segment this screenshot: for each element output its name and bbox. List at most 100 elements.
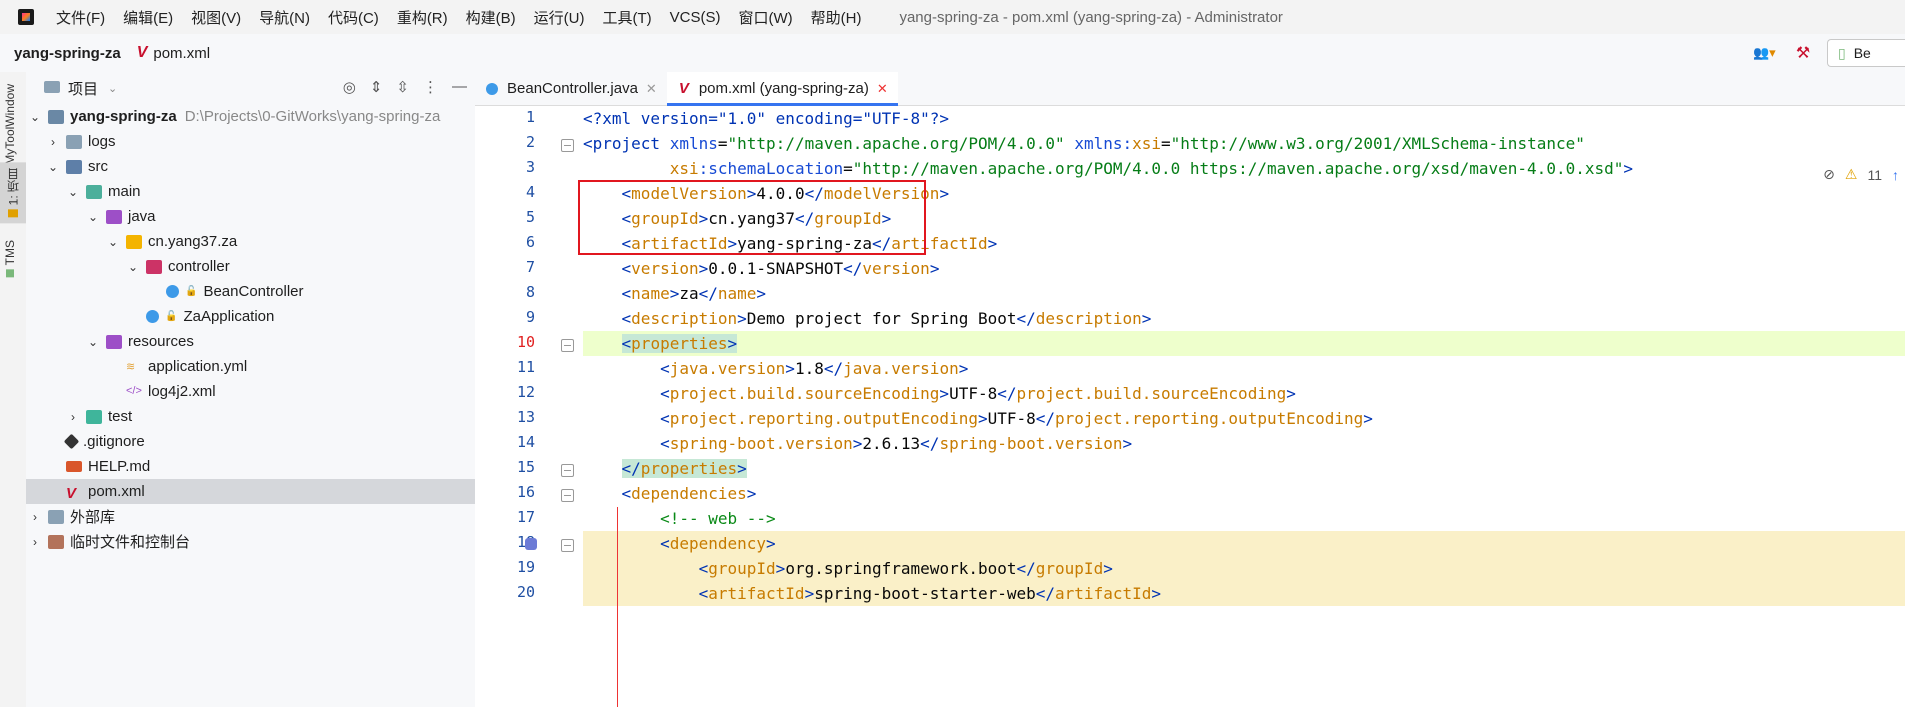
app-logo-icon <box>18 9 34 25</box>
fold-marker-icon[interactable] <box>561 139 574 152</box>
menu-run[interactable]: 运行(U) <box>534 7 585 28</box>
menu-vcs[interactable]: VCS(S) <box>670 9 721 26</box>
editor-tabs: BeanController.java ✕ V pom.xml (yang-sp… <box>475 72 1905 106</box>
tree-item-scratches[interactable]: › 临时文件和控制台 <box>26 529 477 554</box>
tree-item-src[interactable]: ⌄ src <box>26 154 495 179</box>
code-line: <dependencies> <box>621 484 757 503</box>
code-line: <artifactId>spring-boot-starter-web</art… <box>583 581 1905 606</box>
tree-item-pom-xml[interactable]: V pom.xml <box>26 479 509 504</box>
chevron-down-icon[interactable]: ⌄ <box>126 260 140 274</box>
tree-item-path: D:\Projects\0-GitWorks\yang-spring-za <box>184 108 441 125</box>
menu-tools[interactable]: 工具(T) <box>602 7 651 28</box>
expand-all-icon[interactable]: ⇕ <box>370 78 383 96</box>
xmlns-value: "http://maven.apache.org/POM/4.0.0" <box>727 134 1065 153</box>
tree-item-resources[interactable]: ⌄ resources <box>26 329 535 354</box>
yaml-file-icon: ≋ <box>126 360 136 373</box>
fold-marker-icon[interactable] <box>561 464 574 477</box>
tree-item-logs[interactable]: › logs <box>26 129 495 154</box>
line-number: 4 <box>525 183 535 201</box>
dependency-gutter-icon[interactable] <box>525 538 537 550</box>
project-panel-toolbar: 项目 ⌄ ◎ ⇕ ⇳ ⋮ — <box>26 72 475 104</box>
highlight-box <box>578 180 926 255</box>
tree-item-label: log4j2.xml <box>148 383 216 400</box>
tree-item-java[interactable]: ⌄ java <box>26 204 535 229</box>
tool-tab-mytoolwindow[interactable]: MyToolWindow <box>3 84 17 165</box>
menu-help[interactable]: 帮助(H) <box>811 7 862 28</box>
chevron-down-icon[interactable]: ⌄ <box>108 82 117 95</box>
menu-code[interactable]: 代码(C) <box>328 7 379 28</box>
chevron-down-icon[interactable]: ⌄ <box>86 335 100 349</box>
line-number: 1 <box>525 108 535 126</box>
tool-tab-tms-label: TMS <box>3 240 17 266</box>
tree-item-label: test <box>108 408 133 425</box>
spring-boot-version-value: 2.6.13 <box>862 434 921 453</box>
tool-tab-project[interactable]: 1: 项目 <box>0 162 26 224</box>
fold-marker-icon[interactable] <box>561 539 574 552</box>
scratches-icon <box>48 534 64 549</box>
code-line: <project xmlns="http://maven.apache.org/… <box>583 134 1585 153</box>
fold-marker-icon[interactable] <box>561 339 574 352</box>
menu-view[interactable]: 视图(V) <box>191 7 241 28</box>
menu-file[interactable]: 文件(F) <box>56 7 105 28</box>
run-config-label: Be <box>1853 45 1871 61</box>
chevron-down-icon[interactable]: ⌄ <box>106 235 120 249</box>
tab-label: BeanController.java <box>507 80 638 97</box>
java-class-icon <box>166 285 179 298</box>
chevron-down-icon[interactable]: ⌄ <box>66 185 80 199</box>
chevron-right-icon[interactable]: › <box>28 535 42 549</box>
navbar-right-tools: 👥▾ ⚒ ▯ Be <box>1753 34 1905 72</box>
tab-pom-xml[interactable]: V pom.xml (yang-spring-za) ✕ <box>666 72 898 106</box>
tool-tab-tms[interactable]: TMS <box>3 240 17 278</box>
tree-item-main[interactable]: ⌄ main <box>26 179 515 204</box>
run-config-select[interactable]: ▯ Be <box>1827 39 1905 67</box>
line-number-current: 10 <box>516 333 535 351</box>
line-number: 15 <box>516 458 535 476</box>
tree-item-test[interactable]: › test <box>26 404 515 429</box>
tool-tab-mytoolwindow-label: MyToolWindow <box>3 84 17 165</box>
menu-refactor[interactable]: 重构(R) <box>397 7 448 28</box>
line-number: 12 <box>516 383 535 401</box>
tree-item-help-md[interactable]: HELP.md <box>26 454 509 479</box>
minimize-icon[interactable]: — <box>452 78 467 96</box>
close-icon[interactable]: ✕ <box>646 81 657 97</box>
menu-navigate[interactable]: 导航(N) <box>259 7 310 28</box>
package-icon <box>146 259 162 274</box>
chevron-right-icon[interactable]: › <box>46 135 60 149</box>
project-panel-title[interactable]: 项目 <box>68 78 98 99</box>
tree-item-label: HELP.md <box>88 458 151 475</box>
xsi-value: "http://www.w3.org/2001/XMLSchema-instan… <box>1170 134 1585 153</box>
breadcrumb-project[interactable]: yang-spring-za <box>14 45 121 62</box>
tree-item-gitignore[interactable]: .gitignore <box>26 429 509 454</box>
close-icon[interactable]: ✕ <box>877 81 888 97</box>
chevron-down-icon[interactable]: ⌄ <box>46 160 60 174</box>
line-number: 17 <box>516 508 535 526</box>
chevron-down-icon[interactable]: ⌄ <box>28 110 42 124</box>
tree-item-external-libraries[interactable]: › 外部库 <box>26 504 477 529</box>
fold-marker-icon[interactable] <box>561 489 574 502</box>
locate-icon[interactable]: ◎ <box>343 78 356 96</box>
vcs-users-icon[interactable]: 👥▾ <box>1753 43 1783 63</box>
chevron-down-icon[interactable]: ⌄ <box>86 210 100 224</box>
chevron-right-icon[interactable]: › <box>28 510 42 524</box>
tree-item-root[interactable]: ⌄ yang-spring-za D:\Projects\0-GitWorks\… <box>26 104 477 129</box>
maven-icon: V <box>678 80 689 97</box>
menu-edit[interactable]: 编辑(E) <box>123 7 173 28</box>
version-value: 0.0.1-SNAPSHOT <box>708 259 844 278</box>
line-number: 6 <box>525 233 535 251</box>
build-hammer-icon[interactable]: ⚒ <box>1793 43 1813 63</box>
editor-gutter: 1 2 3 4 5 6 7 8 9 10 11 12 13 14 15 16 1… <box>475 106 583 707</box>
more-options-icon[interactable]: ⋮ <box>423 78 438 96</box>
xml-declaration: <?xml version="1.0" encoding="UTF-8"?> <box>583 109 950 128</box>
breadcrumb-file[interactable]: pom.xml <box>153 45 210 62</box>
chevron-right-icon[interactable]: › <box>66 410 80 424</box>
line-number: 16 <box>516 483 535 501</box>
tab-beancontroller[interactable]: BeanController.java ✕ <box>475 72 667 105</box>
output-encoding-value: UTF-8 <box>987 409 1036 428</box>
menu-window[interactable]: 窗口(W) <box>738 7 792 28</box>
collapse-all-icon[interactable]: ⇳ <box>396 78 409 96</box>
package-icon <box>126 234 142 249</box>
menu-build[interactable]: 构建(B) <box>466 7 516 28</box>
menu-bar: 文件(F) 编辑(E) 视图(V) 导航(N) 代码(C) 重构(R) 构建(B… <box>0 0 1905 34</box>
editor: BeanController.java ✕ V pom.xml (yang-sp… <box>475 72 1905 707</box>
line-number: 13 <box>516 408 535 426</box>
